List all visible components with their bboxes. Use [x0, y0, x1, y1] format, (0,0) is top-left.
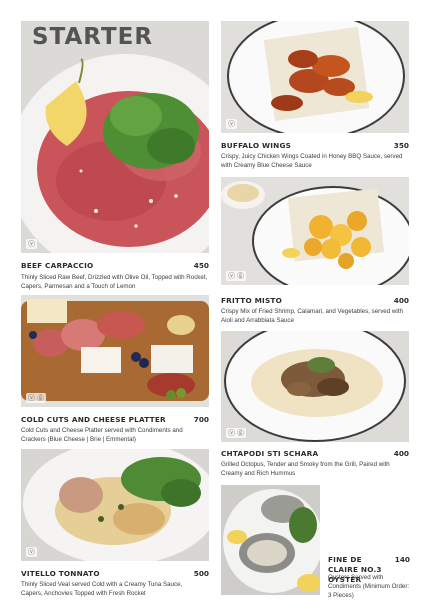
diet-info-icon: ⓥ	[26, 239, 37, 249]
chtapodi-price: 400	[393, 449, 409, 458]
diet-info-icon: ⓥ	[226, 119, 237, 129]
fritto-misto-name: FRITTO MISTO	[221, 296, 282, 305]
beef-carpaccio-photo: ⓥ	[21, 21, 209, 253]
cold-cuts-platter-description: Cold Cuts and Cheese Platter served with…	[21, 427, 183, 443]
vitello-tonnato-price: 500	[193, 569, 209, 578]
oyster-description: Oysters Served with Condiments (Minimum …	[328, 574, 410, 599]
oyster-price: 140	[394, 555, 410, 564]
buffalo-wings-photo: ⓥ	[221, 21, 409, 133]
cold-cuts-platter-photo: ⓥ ⓖ	[21, 295, 209, 407]
cold-cuts-platter-name: COLD CUTS AND CHEESE PLATTER	[21, 415, 166, 424]
buffalo-wings-description: Crispy, Juicy Chicken Wings Coated in Ho…	[221, 153, 403, 169]
cold-cuts-platter-price: 700	[193, 415, 209, 424]
vitello-tonnato-photo: ⓥ	[21, 449, 209, 561]
chtapodi-description: Grilled Octopus, Tender and Smoky from t…	[221, 461, 390, 477]
vitello-tonnato-description: Thinly Sliced Veal served Cold with a Cr…	[21, 581, 183, 597]
chtapodi-photo: ⓥ ⓖ	[221, 331, 409, 442]
fritto-misto-price: 400	[393, 296, 409, 305]
beef-carpaccio-description: Thinly Sliced Raw Beef, Drizzled with Ol…	[21, 274, 208, 290]
chtapodi-name: CHTAPODI STI SCHARA	[221, 449, 319, 458]
diet-info-icon: ⓥ ⓖ	[26, 393, 46, 403]
beef-carpaccio-name: BEEF CARPACCIO	[21, 261, 94, 270]
diet-info-icon: ⓥ ⓖ	[226, 271, 246, 281]
page-title: STARTER	[32, 24, 154, 50]
fritto-misto-photo: ⓥ ⓖ	[221, 177, 409, 285]
buffalo-wings-price: 350	[393, 141, 409, 150]
oyster-photo	[221, 485, 320, 595]
vitello-tonnato-name: VITELLO TONNATO	[21, 569, 100, 578]
diet-info-icon: ⓥ ⓖ	[226, 428, 246, 438]
buffalo-wings-name: BUFFALO WINGS	[221, 141, 292, 150]
diet-info-icon: ⓥ	[26, 547, 37, 557]
fritto-misto-description: Crispy Mix of Fried Shrimp, Calamari, an…	[221, 308, 403, 324]
beef-carpaccio-price: 450	[193, 261, 209, 270]
